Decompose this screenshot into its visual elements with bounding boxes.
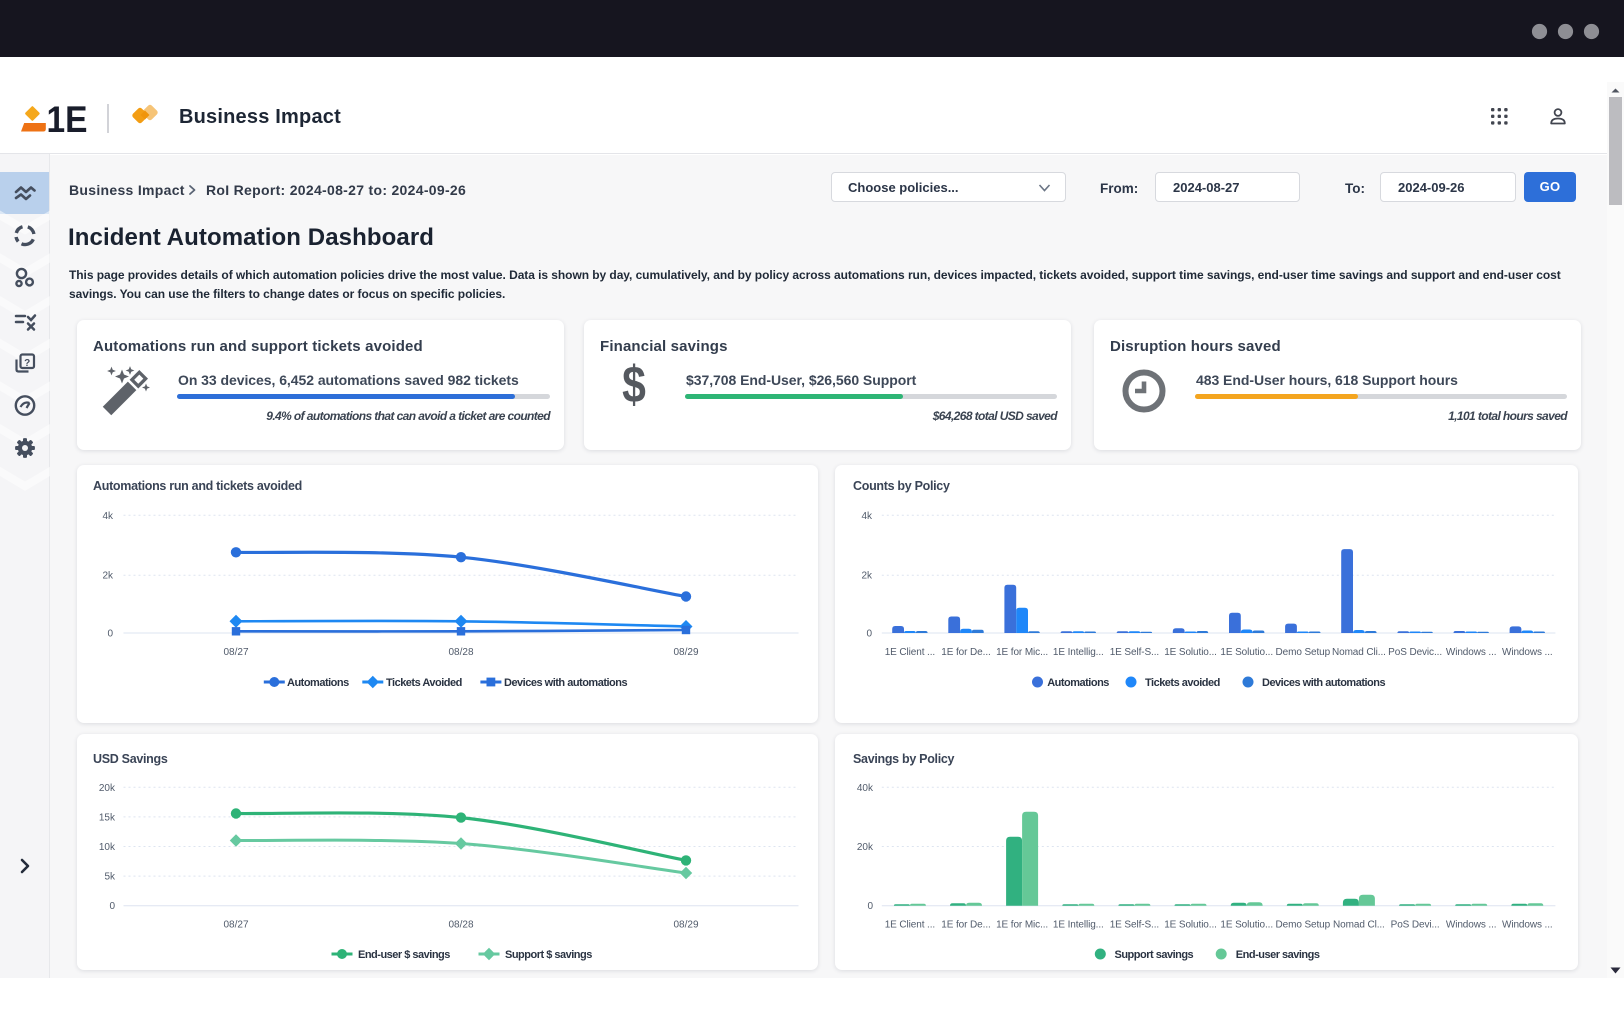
svg-text:20k: 20k [857,842,874,853]
svg-text:PoS Devic...: PoS Devic... [1388,647,1442,658]
svg-text:08/29: 08/29 [673,647,698,658]
svg-text:1E for Mic...: 1E for Mic... [996,920,1048,931]
svg-text:Nomad Cl...: Nomad Cl... [1333,920,1385,931]
svg-text:Devices with automations: Devices with automations [1262,677,1385,689]
svg-text:1E Client ...: 1E Client ... [885,647,935,658]
svg-text:Devices with automations: Devices with automations [504,677,627,689]
svg-text:Tickets Avoided: Tickets Avoided [386,677,462,689]
svg-text:Windows ...: Windows ... [1502,647,1553,658]
svg-text:Support $ savings: Support $ savings [505,949,592,961]
svg-text:10k: 10k [99,842,116,853]
svg-text:40k: 40k [857,783,874,794]
svg-text:2k: 2k [102,571,114,582]
svg-text:4k: 4k [102,511,114,522]
svg-text:0: 0 [107,629,113,640]
svg-text:Windows ...: Windows ... [1446,647,1497,658]
svg-text:5k: 5k [104,872,116,883]
svg-text:1E: 1E [47,99,88,138]
svg-text:Windows ...: Windows ... [1502,920,1553,931]
svg-text:08/27: 08/27 [223,647,248,658]
svg-text:Tickets avoided: Tickets avoided [1145,677,1220,689]
svg-text:1E Client ...: 1E Client ... [885,920,935,931]
svg-text:Savings by Policy: Savings by Policy [853,752,955,766]
svg-text:15k: 15k [99,812,116,823]
svg-text:Support savings: Support savings [1115,949,1194,961]
svg-text:PoS Devi...: PoS Devi... [1391,920,1440,931]
svg-text:?: ? [24,358,30,369]
svg-text:1E Intellig...: 1E Intellig... [1053,647,1104,658]
svg-text:1E for Mic...: 1E for Mic... [996,647,1048,658]
svg-text:08/28: 08/28 [448,647,473,658]
svg-text:1E Solutio...: 1E Solutio... [1220,647,1273,658]
svg-text:0: 0 [867,901,873,912]
svg-text:4k: 4k [861,511,873,522]
svg-text:1E Solutio...: 1E Solutio... [1164,920,1217,931]
svg-text:1E Intellig...: 1E Intellig... [1053,920,1104,931]
svg-text:1E Self-S...: 1E Self-S... [1110,920,1159,931]
svg-text:2k: 2k [861,571,873,582]
svg-text:End-user $ savings: End-user $ savings [358,949,450,961]
svg-text:0: 0 [109,901,115,912]
svg-text:08/28: 08/28 [448,920,473,931]
svg-text:1E for De...: 1E for De... [941,920,990,931]
svg-text:1E Solutio...: 1E Solutio... [1220,920,1273,931]
svg-text:0: 0 [866,629,872,640]
svg-text:Automations: Automations [287,677,349,689]
svg-text:1E Self-S...: 1E Self-S... [1110,647,1159,658]
svg-text:1E for De...: 1E for De... [941,647,990,658]
svg-text:USD Savings: USD Savings [93,752,168,766]
svg-text:Demo Setup: Demo Setup [1276,920,1331,931]
svg-text:Windows ...: Windows ... [1446,920,1497,931]
svg-text:Counts by Policy: Counts by Policy [853,479,950,493]
svg-text:Nomad Cli...: Nomad Cli... [1332,647,1386,658]
svg-text:08/27: 08/27 [223,920,248,931]
svg-text:20k: 20k [99,783,116,794]
svg-text:08/29: 08/29 [673,920,698,931]
svg-text:Automations: Automations [1047,677,1109,689]
svg-text:End-user savings: End-user savings [1236,949,1320,961]
svg-text:Demo Setup: Demo Setup [1276,647,1331,658]
svg-text:1E Solutio...: 1E Solutio... [1164,647,1217,658]
svg-text:Automations run and tickets av: Automations run and tickets avoided [93,479,302,493]
